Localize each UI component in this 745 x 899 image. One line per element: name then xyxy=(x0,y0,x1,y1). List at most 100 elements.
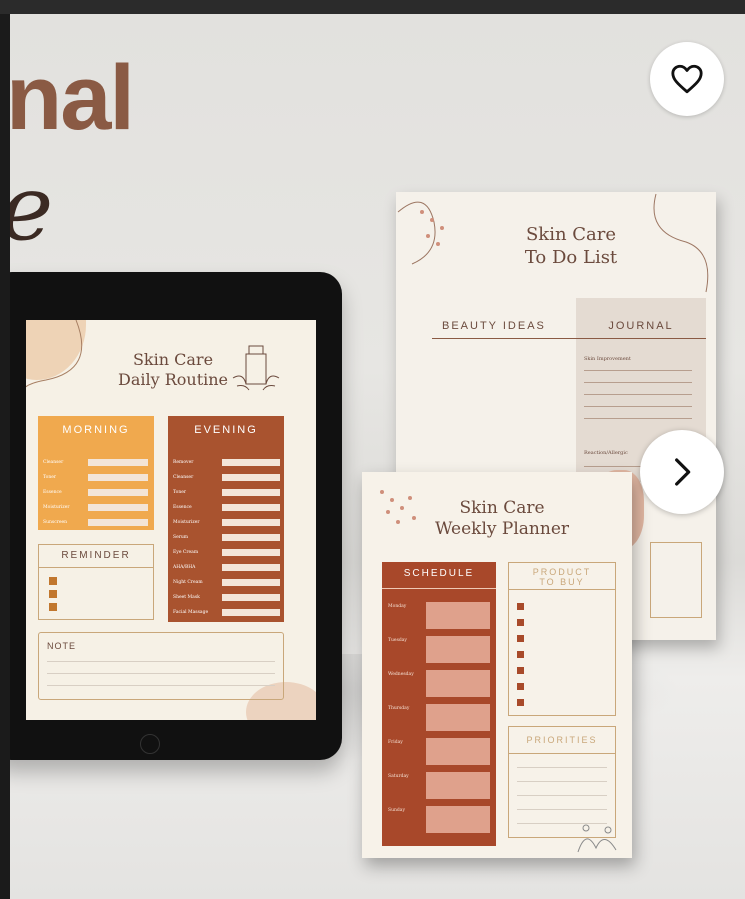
priority-line xyxy=(517,795,607,796)
decor-line xyxy=(653,193,709,293)
input-line xyxy=(88,504,148,511)
heart-icon xyxy=(671,64,703,94)
journal-line xyxy=(584,406,692,407)
note-label: NOTE xyxy=(47,641,77,651)
checkbox-square xyxy=(49,603,57,611)
schedule-slot xyxy=(426,670,490,697)
divider xyxy=(39,567,153,568)
input-line xyxy=(222,609,280,616)
reminder-box: REMINDER xyxy=(38,544,154,620)
day-label: Thursday xyxy=(388,706,410,711)
input-line xyxy=(88,519,148,526)
decor-dot xyxy=(420,210,424,214)
journal-line xyxy=(584,370,692,371)
checkbox-square xyxy=(517,683,524,690)
input-line xyxy=(222,579,280,586)
todo-title-line2: To Do List xyxy=(524,246,618,268)
note-line xyxy=(47,673,275,674)
top-edge xyxy=(0,0,745,14)
journal-label: JOURNAL xyxy=(608,320,674,332)
evening-item: Night Cream xyxy=(173,580,203,585)
decor-dot xyxy=(400,506,404,510)
input-line xyxy=(222,504,280,511)
priority-line xyxy=(517,781,607,782)
day-label: Wednesday xyxy=(388,672,414,677)
input-line xyxy=(222,549,280,556)
evening-item: Serum xyxy=(173,535,189,540)
priority-line xyxy=(517,767,607,768)
evening-item: Moisturizer xyxy=(173,520,200,525)
weekly-title-line1: Skin Care xyxy=(459,498,545,518)
evening-item: Remover xyxy=(173,460,194,465)
tablet-device: Skin Care Daily Routine MORNING Cleanser… xyxy=(10,272,342,760)
product-to-buy-box: PRODUCT TO BUY xyxy=(508,562,616,716)
input-line xyxy=(88,459,148,466)
decor-dot xyxy=(412,516,416,520)
morning-item: Toner xyxy=(43,475,57,480)
checkbox-square xyxy=(517,619,524,626)
journal-line xyxy=(584,394,692,395)
day-label: Monday xyxy=(388,604,407,609)
todo-title-line1: Skin Care xyxy=(525,224,617,245)
checkbox-square xyxy=(517,635,524,642)
schedule-slot xyxy=(426,602,490,629)
schedule-slot xyxy=(426,704,490,731)
schedule-slot xyxy=(426,806,490,833)
column-divider xyxy=(432,338,706,339)
todo-box xyxy=(650,542,702,618)
note-box: NOTE xyxy=(38,632,284,700)
evening-item: Cleanser xyxy=(173,475,194,480)
decor-flower-icon xyxy=(577,824,617,853)
journal-field: Skin Improvement xyxy=(584,356,631,362)
favorite-button[interactable] xyxy=(650,42,724,116)
schedule-slot xyxy=(426,738,490,765)
input-line xyxy=(88,489,148,496)
product-label-line1: PRODUCT xyxy=(532,567,592,577)
schedule-slot xyxy=(426,772,490,799)
input-line xyxy=(222,489,280,496)
morning-header: MORNING xyxy=(38,416,154,444)
next-image-button[interactable] xyxy=(640,430,724,514)
schedule-header: SCHEDULE xyxy=(403,568,475,579)
day-label: Sunday xyxy=(388,808,405,813)
input-line xyxy=(222,459,280,466)
divider xyxy=(509,589,615,590)
product-label-line2: TO BUY xyxy=(539,577,585,587)
decor-line xyxy=(397,201,436,265)
decor-dot xyxy=(440,226,444,230)
input-line xyxy=(222,534,280,541)
schedule-section: SCHEDULE Monday Tuesday Wednesday Thursd… xyxy=(382,562,496,846)
beauty-ideas-label: BEAUTY IDEAS xyxy=(442,320,546,332)
input-line xyxy=(222,474,280,481)
decor-dot xyxy=(380,490,384,494)
hero-script-fragment: e xyxy=(10,164,53,254)
product-label: PRODUCT TO BUY xyxy=(509,567,615,587)
morning-item: Cleanser xyxy=(43,460,64,465)
hero-title-fragment: nal xyxy=(10,47,135,149)
note-line xyxy=(47,685,275,686)
tablet-home-button xyxy=(140,734,160,754)
daily-routine-page: Skin Care Daily Routine MORNING Cleanser… xyxy=(26,320,316,720)
day-label: Tuesday xyxy=(388,638,407,643)
checkbox-square xyxy=(49,590,57,598)
checkbox-square xyxy=(517,651,524,658)
decor-dot xyxy=(430,218,434,222)
input-line xyxy=(222,564,280,571)
evening-item: Eye Cream xyxy=(173,550,199,555)
priority-line xyxy=(517,809,607,810)
morning-section: Cleanser Toner Essence Moisturizer Sunsc… xyxy=(38,444,154,530)
evening-item: Sheet Mask xyxy=(173,595,200,600)
priorities-label: PRIORITIES xyxy=(526,735,598,745)
journal-field: Reaction/Allergic xyxy=(584,450,628,456)
evening-item: Facial Massage xyxy=(173,610,209,615)
skincare-bottle-icon xyxy=(232,345,280,391)
schedule-slot xyxy=(426,636,490,663)
weekly-planner-page: Skin Care Weekly Planner SCHEDULE Monday… xyxy=(362,472,632,858)
checkbox-square xyxy=(49,577,57,585)
input-line xyxy=(222,519,280,526)
checkbox-square xyxy=(517,667,524,674)
evening-header: EVENING xyxy=(168,416,284,444)
decor-dot xyxy=(426,234,430,238)
decor-dot xyxy=(436,242,440,246)
reminder-label: REMINDER xyxy=(61,550,131,561)
